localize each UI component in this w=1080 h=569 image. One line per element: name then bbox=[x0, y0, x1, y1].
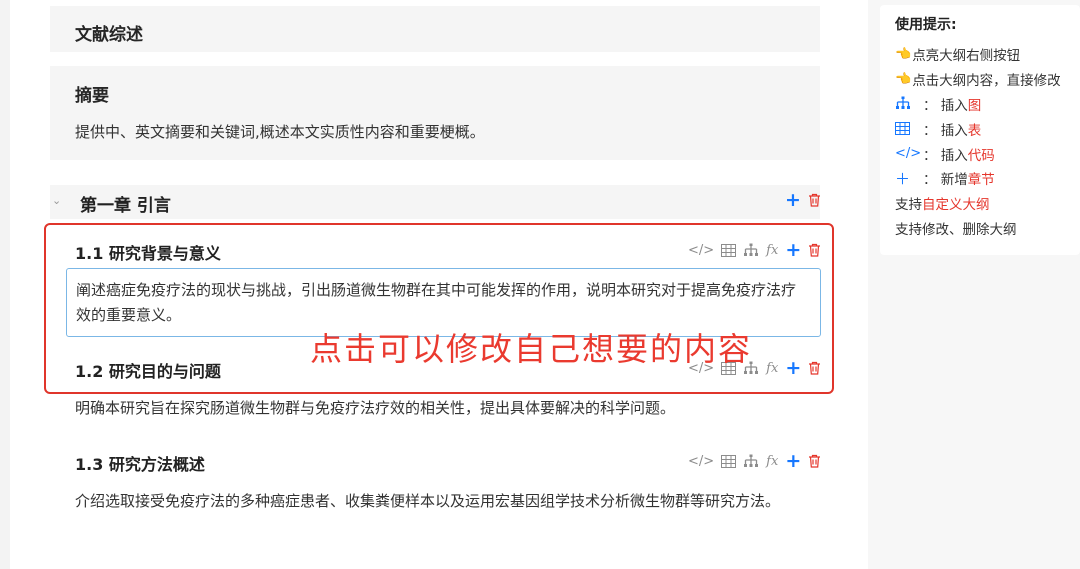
tip-text: ： 插入 bbox=[923, 97, 968, 114]
tip-text: ： 插入 bbox=[923, 147, 968, 164]
table-icon bbox=[895, 122, 923, 136]
tip-text: 点亮大纲右侧按钮 bbox=[912, 48, 1021, 65]
left-panel-edge bbox=[0, 0, 10, 569]
tip-insert-code: </> ： 插入 代码 bbox=[895, 141, 1080, 166]
delete-icon[interactable] bbox=[808, 191, 821, 209]
hierarchy-icon[interactable] bbox=[743, 452, 759, 470]
annotation-text: 点击可以修改自己想要的内容 bbox=[310, 330, 753, 368]
tip-text: ： 新增 bbox=[923, 172, 968, 189]
outline-card-literature-review[interactable]: 文献综述 bbox=[50, 6, 820, 52]
section-description-1-3[interactable]: 介绍选取接受免疫疗法的多种癌症患者、收集粪便样本以及运用宏基因组学技术分析微生物… bbox=[75, 489, 805, 514]
chapter-toolbar: + bbox=[778, 189, 821, 211]
add-icon[interactable]: + bbox=[785, 189, 801, 211]
card-description: 提供中、英文摘要和关键词,概述本文实质性内容和重要梗概。 bbox=[75, 123, 485, 141]
section-toolbar-1-3: </> fx + bbox=[681, 450, 821, 472]
tip-highlight: 代码 bbox=[967, 147, 995, 164]
tip-highlight: 表 bbox=[967, 122, 982, 139]
tip-text: ： 插入 bbox=[923, 122, 968, 139]
tip-edit-delete: 支持修改、删除大纲 bbox=[895, 216, 1080, 241]
tip-insert-table: ： 插入表 bbox=[895, 116, 1080, 141]
hierarchy-icon bbox=[895, 96, 923, 111]
chapter-header[interactable]: ⌄ 第一章 引言 bbox=[50, 185, 820, 219]
tip-highlight: 章节 bbox=[967, 172, 995, 189]
section-description-1-2[interactable]: 明确本研究旨在探究肠道微生物群与免疫疗法疗效的相关性，提出具体要解决的科学问题。 bbox=[75, 396, 805, 421]
chapter-title[interactable]: 第一章 引言 bbox=[80, 191, 171, 216]
tip-highlight: 图 bbox=[967, 97, 982, 114]
tip-text: 支持 bbox=[895, 197, 922, 214]
tip-insert-figure: ： 插入图 bbox=[895, 92, 1080, 117]
pointing-hand-icon: 👈 bbox=[895, 46, 912, 62]
tip-text: 支持修改、删除大纲 bbox=[895, 221, 1017, 238]
tip-click-edit: 👈 点击大纲内容，直接修改 bbox=[895, 67, 1080, 92]
add-icon: ＋ bbox=[895, 169, 911, 188]
tip-add-chapter: ＋ ： 新增 章节 bbox=[895, 166, 1080, 191]
add-icon[interactable]: + bbox=[785, 450, 801, 472]
table-icon[interactable] bbox=[721, 452, 737, 470]
tip-highlight: 自定义大纲 bbox=[922, 197, 990, 214]
formula-icon[interactable]: fx bbox=[766, 452, 778, 470]
usage-tips-panel: 使用提示: 👈 点亮大纲右侧按钮 👈 点击大纲内容，直接修改 ： 插入图 ： 插… bbox=[880, 5, 1080, 255]
pointing-hand-icon: 👈 bbox=[895, 71, 912, 87]
delete-icon[interactable] bbox=[808, 452, 821, 470]
tip-light-up: 👈 点亮大纲右侧按钮 bbox=[895, 42, 1080, 67]
tip-text: 点击大纲内容，直接修改 bbox=[912, 73, 1061, 90]
tip-custom-outline: 支持 自定义大纲 bbox=[895, 191, 1080, 216]
outline-card-abstract[interactable]: 摘要 提供中、英文摘要和关键词,概述本文实质性内容和重要梗概。 bbox=[50, 66, 820, 160]
section-title-1-3[interactable]: 1.3 研究方法概述 bbox=[75, 451, 205, 475]
code-icon: </> bbox=[895, 146, 922, 162]
tips-title: 使用提示: bbox=[895, 17, 957, 33]
chevron-down-icon[interactable]: ⌄ bbox=[52, 194, 61, 207]
card-title: 摘要 bbox=[75, 86, 109, 106]
card-title: 文献综述 bbox=[75, 25, 143, 45]
code-icon[interactable]: </> bbox=[688, 452, 714, 470]
